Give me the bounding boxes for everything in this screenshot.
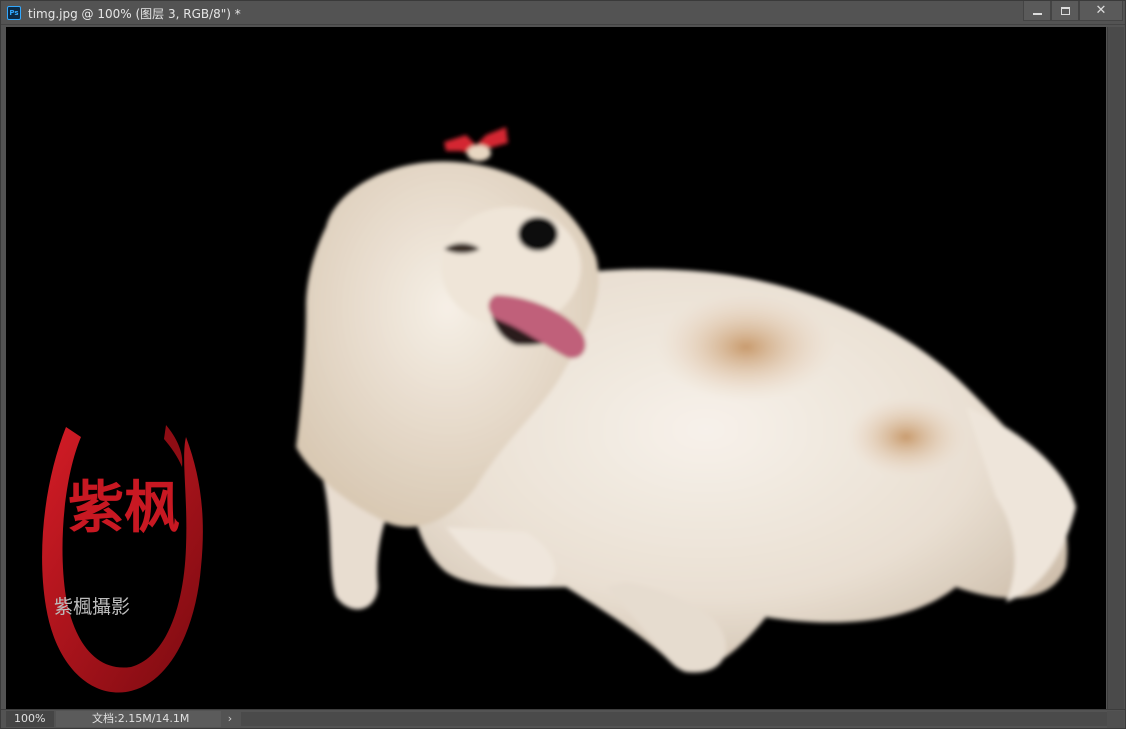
document-title-bar[interactable]: Ps timg.jpg @ 100% (图层 3, RGB/8") * ✕ (1, 1, 1125, 25)
maximize-icon (1060, 6, 1070, 15)
vertical-scrollbar[interactable] (1107, 27, 1124, 709)
zoom-level[interactable]: 100% (6, 711, 54, 727)
photoshop-icon: Ps (7, 6, 21, 20)
document-title: timg.jpg @ 100% (图层 3, RGB/8") * (28, 7, 241, 21)
minimize-button[interactable] (1023, 1, 1051, 21)
minimize-icon (1032, 12, 1042, 15)
dog-photo (296, 127, 1076, 673)
status-bar: 100% 文档:2.15M/14.1M › (1, 709, 1125, 728)
window-controls: ✕ (1023, 1, 1123, 21)
document-info: 文档:2.15M/14.1M (56, 711, 221, 727)
watermark-calligraphy: 紫枫 (68, 475, 180, 541)
status-menu-arrow-icon[interactable]: › (223, 711, 237, 727)
close-icon: ✕ (1095, 3, 1107, 18)
document-window: Ps timg.jpg @ 100% (图层 3, RGB/8") * ✕ 紫枫… (0, 0, 1126, 729)
scrollbar-corner (1107, 711, 1124, 728)
watermark-text: 紫楓攝影 (54, 596, 130, 618)
document-canvas[interactable]: 紫枫 紫楓攝影 (6, 27, 1106, 709)
close-button[interactable]: ✕ (1079, 1, 1123, 21)
canvas-image: 紫枫 紫楓攝影 (42, 127, 1076, 693)
horizontal-scrollbar[interactable] (241, 712, 1107, 726)
watermark: 紫枫 紫楓攝影 (42, 425, 203, 693)
maximize-button[interactable] (1051, 1, 1079, 21)
